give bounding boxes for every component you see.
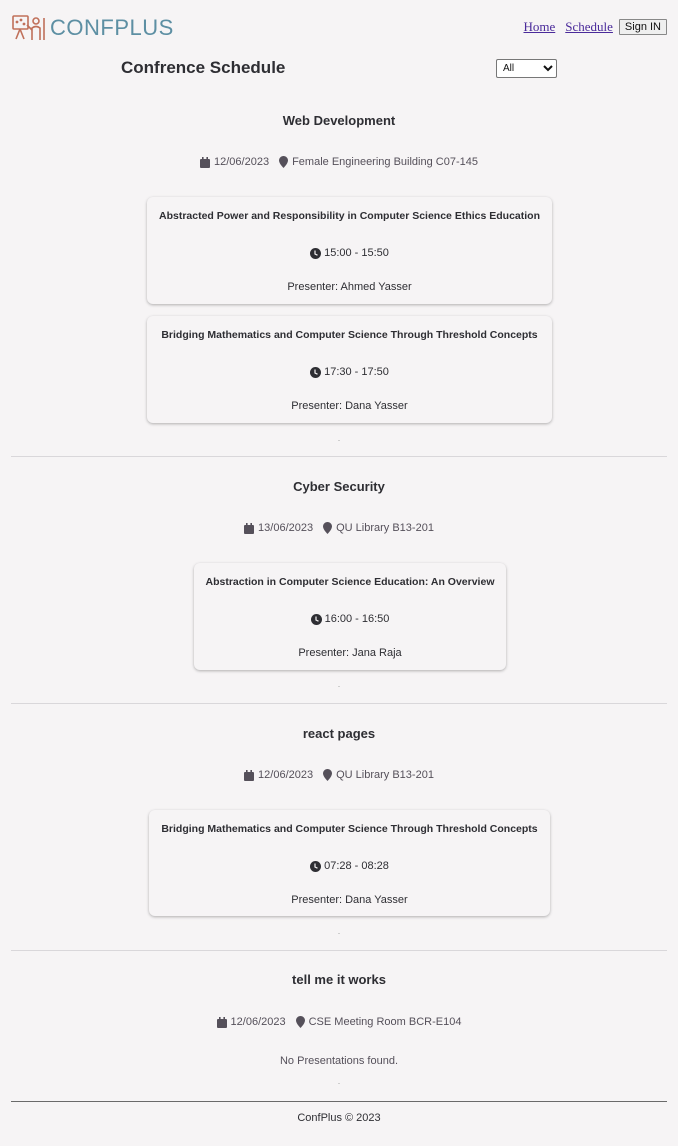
presentation-time: 15:00 - 15:50 (147, 247, 552, 259)
session-title: Web Development (282, 113, 396, 128)
calendar-icon (244, 769, 255, 781)
session-meta: 12/06/2023 QU Library B13-201 (0, 769, 678, 781)
presentation-title: Bridging Mathematics and Computer Scienc… (161, 329, 538, 341)
presentation-card[interactable]: Bridging Mathematics and Computer Scienc… (147, 316, 552, 423)
footer-divider (11, 1101, 667, 1102)
clock-icon (310, 860, 322, 872)
separator-dot (338, 440, 340, 441)
map-pin-icon (323, 769, 333, 781)
clock-icon (310, 366, 322, 378)
session-meta: 12/06/2023 CSE Meeting Room BCR-E104 (0, 1016, 678, 1028)
session-location: QU Library B13-201 (336, 522, 434, 534)
session-filter-select[interactable]: All (496, 59, 557, 78)
presentation-presenter: Presenter: Dana Yasser (291, 400, 408, 412)
presentation-time-text: 17:30 - 17:50 (324, 366, 389, 378)
presenter-logo-icon (12, 15, 45, 40)
header: CONFPLUS Home Schedule Sign IN (0, 0, 678, 50)
presentation-card[interactable]: Abstracted Power and Responsibility in C… (147, 197, 552, 304)
session-title: react pages (302, 726, 376, 741)
presentation-presenter: Presenter: Dana Yasser (291, 894, 408, 906)
presentation-title: Bridging Mathematics and Computer Scienc… (161, 823, 538, 835)
page-title: Confrence Schedule (121, 58, 286, 77)
presentation-card[interactable]: Bridging Mathematics and Computer Scienc… (149, 810, 550, 916)
session-title: Cyber Security (293, 479, 385, 494)
session-location: QU Library B13-201 (336, 769, 434, 781)
presentation-title: Abstraction in Computer Science Educatio… (205, 576, 495, 588)
presentation-time: 17:30 - 17:50 (147, 366, 552, 378)
empty-presentations-message: No Presentations found. (279, 1055, 399, 1067)
presentation-presenter: Presenter: Ahmed Yasser (287, 281, 412, 293)
logo-text: CONFPLUS (50, 15, 174, 40)
map-pin-icon (295, 1016, 305, 1028)
separator-dot (338, 686, 340, 687)
footer-copyright: ConfPlus © 2023 (297, 1112, 381, 1124)
presentation-time-text: 15:00 - 15:50 (324, 247, 389, 259)
clock-icon (310, 247, 322, 259)
session-location: CSE Meeting Room BCR-E104 (308, 1016, 462, 1028)
presentation-time: 16:00 - 16:50 (194, 613, 506, 625)
presentation-card[interactable]: Abstraction in Computer Science Educatio… (194, 563, 506, 670)
separator-dot (338, 1083, 340, 1084)
section-divider (11, 456, 667, 457)
presentation-presenter: Presenter: Jana Raja (298, 647, 402, 659)
session-meta: 13/06/2023 QU Library B13-201 (0, 522, 678, 534)
presentation-time-text: 07:28 - 08:28 (324, 860, 389, 872)
session-location: Female Engineering Building C07-145 (292, 156, 478, 168)
presentation-time-text: 16:00 - 16:50 (324, 613, 390, 625)
section-divider (11, 703, 667, 704)
logo[interactable]: CONFPLUS (10, 14, 174, 42)
clock-icon (310, 613, 322, 625)
calendar-icon (216, 1016, 227, 1028)
calendar-icon (244, 522, 255, 534)
calendar-icon (200, 156, 211, 168)
session-meta: 12/06/2023 Female Engineering Building C… (0, 156, 678, 168)
session-date: 12/06/2023 (214, 156, 270, 168)
map-pin-icon (279, 156, 289, 168)
nav-home-link[interactable]: Home (523, 19, 555, 35)
sign-in-button[interactable]: Sign IN (618, 19, 667, 35)
nav-schedule-link[interactable]: Schedule (565, 19, 613, 35)
session-date: 12/06/2023 (258, 769, 314, 781)
separator-dot (338, 933, 340, 934)
section-divider (11, 950, 667, 951)
session-date: 13/06/2023 (258, 522, 314, 534)
top-nav: Home Schedule Sign IN (523, 19, 667, 35)
presentation-time: 07:28 - 08:28 (149, 860, 550, 872)
session-title: tell me it works (292, 972, 386, 987)
session-date: 12/06/2023 (230, 1016, 286, 1028)
presentation-title: Abstracted Power and Responsibility in C… (159, 210, 540, 222)
map-pin-icon (323, 522, 333, 534)
